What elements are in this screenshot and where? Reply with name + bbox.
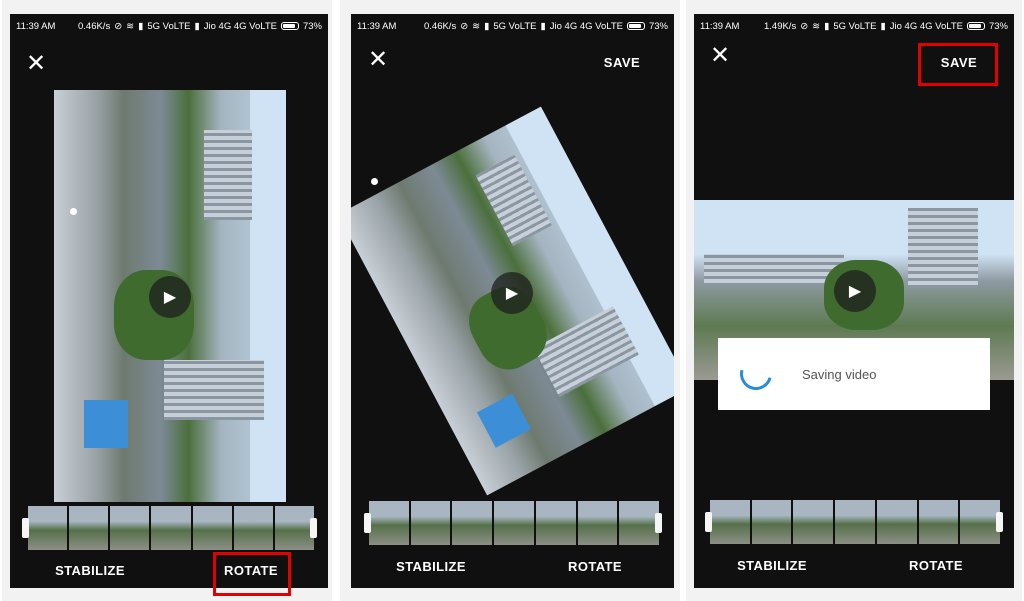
close-button[interactable]: ✕ <box>364 48 392 76</box>
play-button[interactable]: ▶ <box>149 276 191 318</box>
status-bar: 11:39 AM 1.49K/s ⊘ ≋ ▮ 5G VoLTE ▮ Jio 4G… <box>694 14 1014 38</box>
network-speed: 0.46K/s <box>77 20 111 32</box>
battery-percent: 73% <box>988 20 1008 32</box>
rotate-button[interactable]: ROTATE <box>897 558 975 573</box>
filmstrip-thumb <box>876 500 917 544</box>
filmstrip[interactable] <box>710 500 1001 544</box>
stabilize-button[interactable]: STABILIZE <box>722 558 822 573</box>
screen-3: 11:39 AM 1.49K/s ⊘ ≋ ▮ 5G VoLTE ▮ Jio 4G… <box>694 14 1014 588</box>
filmstrip-thumb <box>110 506 150 550</box>
filmstrip-thumb <box>28 506 68 550</box>
highlight-box-rotate <box>213 552 291 596</box>
trim-handle-left[interactable] <box>22 518 29 538</box>
status-time: 11:39 AM <box>16 20 56 32</box>
bell-off-icon: ⊘ <box>460 20 469 32</box>
network-label-2: Jio 4G 4G VoLTE <box>203 20 277 32</box>
battery-percent: 73% <box>302 20 322 32</box>
signal-icon: ▮ <box>138 20 144 32</box>
wifi-icon: ≋ <box>472 20 481 32</box>
status-bar: 11:39 AM 0.46K/s ⊘ ≋ ▮ 5G VoLTE ▮ Jio 4G… <box>10 14 328 38</box>
network-label-2: Jio 4G 4G VoLTE <box>549 20 623 32</box>
filmstrip-thumb <box>69 506 109 550</box>
battery-icon <box>280 22 299 30</box>
filmstrip-thumb <box>233 506 273 550</box>
network-label-1: 5G VoLTE <box>833 20 877 32</box>
battery-icon <box>966 22 985 30</box>
bell-off-icon: ⊘ <box>114 20 123 32</box>
filmstrip-thumb <box>918 500 959 544</box>
play-icon: ▶ <box>163 289 177 306</box>
video-preview[interactable]: ▶ <box>54 90 286 502</box>
saving-dialog: Saving video <box>718 338 990 410</box>
play-button[interactable]: ▶ <box>491 272 533 314</box>
dialog-message: Saving video <box>802 366 877 382</box>
stabilize-button[interactable]: STABILIZE <box>40 563 140 578</box>
save-button[interactable]: SAVE <box>597 55 647 70</box>
network-label-1: 5G VoLTE <box>147 20 191 32</box>
signal-icon: ▮ <box>484 20 490 32</box>
trim-handle-right[interactable] <box>310 518 317 538</box>
trim-handle-right[interactable] <box>655 513 662 533</box>
screen-2: 11:39 AM 0.46K/s ⊘ ≋ ▮ 5G VoLTE ▮ Jio 4G… <box>351 14 674 588</box>
filmstrip-thumb <box>960 500 1001 544</box>
filmstrip-thumb <box>710 500 750 544</box>
play-icon: ▶ <box>848 283 862 300</box>
filmstrip-thumb <box>535 501 576 545</box>
filmstrip-thumb <box>793 500 834 544</box>
network-speed: 0.46K/s <box>423 20 457 32</box>
filmstrip-thumb <box>494 501 534 545</box>
trim-handle-left[interactable] <box>705 512 712 532</box>
status-time: 11:39 AM <box>700 20 740 32</box>
filmstrip-thumb <box>274 506 314 550</box>
highlight-box-save <box>918 43 998 86</box>
wifi-icon: ≋ <box>126 20 135 32</box>
filmstrip-thumb <box>577 501 618 545</box>
status-time: 11:39 AM <box>357 20 397 32</box>
wifi-icon: ≋ <box>812 20 821 32</box>
status-bar: 11:39 AM 0.46K/s ⊘ ≋ ▮ 5G VoLTE ▮ Jio 4G… <box>351 14 674 38</box>
screen-1: 11:39 AM 0.46K/s ⊘ ≋ ▮ 5G VoLTE ▮ Jio 4G… <box>10 14 328 588</box>
network-label-2: Jio 4G 4G VoLTE <box>889 20 963 32</box>
signal-icon: ▮ <box>880 20 886 32</box>
play-icon: ▶ <box>505 285 519 302</box>
bell-off-icon: ⊘ <box>800 20 809 32</box>
filmstrip[interactable] <box>369 501 660 545</box>
network-label-1: 5G VoLTE <box>493 20 537 32</box>
signal-icon: ▮ <box>540 20 546 32</box>
loading-spinner-icon <box>734 352 778 396</box>
filmstrip-thumb <box>835 500 875 544</box>
trim-handle-left[interactable] <box>364 513 371 533</box>
filmstrip-thumb <box>452 501 493 545</box>
filmstrip-thumb <box>192 506 232 550</box>
filmstrip-thumb <box>619 501 660 545</box>
trim-handle-right[interactable] <box>996 512 1003 532</box>
play-button[interactable]: ▶ <box>834 270 876 312</box>
signal-icon: ▮ <box>194 20 200 32</box>
network-speed: 1.49K/s <box>763 20 797 32</box>
filmstrip-thumb <box>151 506 191 550</box>
close-button[interactable]: ✕ <box>22 52 50 80</box>
close-button[interactable]: ✕ <box>706 44 734 72</box>
signal-icon: ▮ <box>824 20 830 32</box>
stabilize-button[interactable]: STABILIZE <box>381 559 481 574</box>
filmstrip-thumb <box>410 501 451 545</box>
filmstrip-thumb <box>751 500 792 544</box>
battery-icon <box>626 22 645 30</box>
filmstrip-thumb <box>369 501 409 545</box>
rotate-button[interactable]: ROTATE <box>556 559 634 574</box>
filmstrip[interactable] <box>28 506 314 550</box>
battery-percent: 73% <box>648 20 668 32</box>
